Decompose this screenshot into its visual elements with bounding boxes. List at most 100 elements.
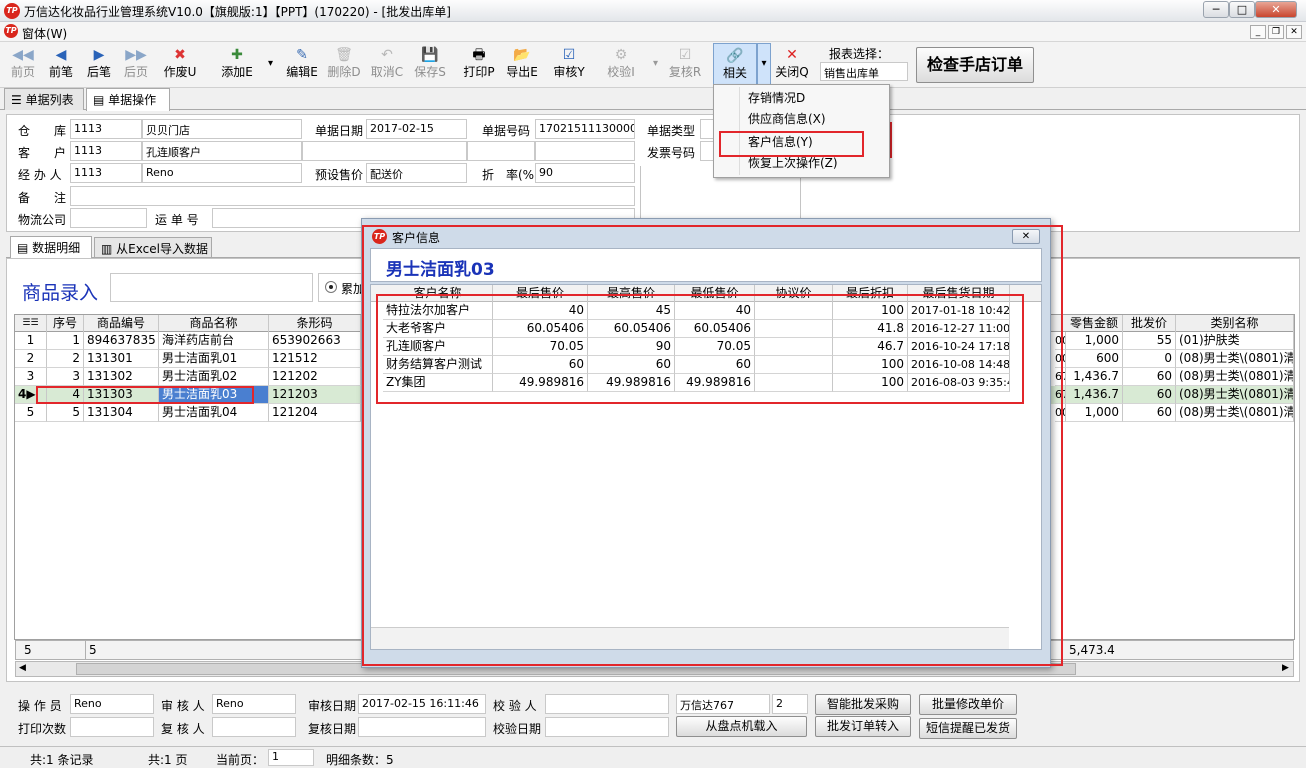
logistics-label: 物流公司 bbox=[18, 213, 67, 227]
checker-field[interactable] bbox=[545, 694, 669, 714]
folder-icon: 📂 bbox=[513, 47, 531, 63]
related-dropdown-arrow-icon[interactable]: ▾ bbox=[757, 43, 771, 85]
header-wholesale[interactable]: 批发价 bbox=[1123, 315, 1176, 332]
reviewer-field[interactable] bbox=[212, 717, 296, 737]
row-code: 131304 bbox=[84, 404, 159, 422]
sms-shipped-button[interactable]: 短信提醒已发货 bbox=[919, 718, 1017, 739]
handler-code-field[interactable]: 1113 bbox=[70, 163, 142, 183]
mdi-restore-button[interactable]: ❐ bbox=[1268, 25, 1284, 39]
edit-button[interactable]: ✎ 编辑E bbox=[283, 46, 321, 86]
row-seq: 2 bbox=[47, 350, 84, 368]
preset-price-select[interactable]: 配送价 bbox=[366, 163, 467, 183]
header-seq[interactable]: 序号 bbox=[47, 315, 84, 332]
status-pages: 共:1 页 bbox=[148, 753, 188, 767]
double-left-icon: ◀◀ bbox=[12, 47, 34, 63]
remark-field[interactable] bbox=[70, 186, 635, 206]
print-button[interactable]: 🖶 打印P bbox=[460, 46, 498, 86]
tab-import-excel[interactable]: ▥ 从Excel导入数据 bbox=[94, 237, 212, 257]
minimize-button[interactable]: ─ bbox=[1203, 1, 1229, 18]
prev-record-button[interactable]: ◀ 前笔 bbox=[44, 46, 78, 86]
check-date-field[interactable] bbox=[545, 717, 669, 737]
tab-document-list[interactable]: ☰ 单据列表 bbox=[4, 88, 84, 110]
warehouse-name-field[interactable]: 贝贝门店 bbox=[142, 119, 302, 139]
related-button[interactable]: 🔗 相关 bbox=[713, 43, 757, 85]
print-count-label: 打印次数 bbox=[18, 722, 67, 736]
header-category[interactable]: 类别名称 bbox=[1176, 315, 1294, 332]
customer-code-field[interactable]: 1113 bbox=[70, 141, 142, 161]
reviewer-label: 复 核 人 bbox=[161, 722, 205, 736]
row-category: (08)男士类\(0801)清 bbox=[1176, 386, 1294, 404]
warehouse-code-field[interactable]: 1113 bbox=[70, 119, 142, 139]
grid-menu-icon[interactable]: ☰☰ bbox=[15, 315, 47, 332]
discount-field[interactable]: 90 bbox=[535, 163, 635, 183]
add-button[interactable]: ✚ 添加E bbox=[217, 46, 257, 86]
load-from-scanner-button[interactable]: 从盘点机载入 bbox=[676, 716, 807, 737]
verify-dropdown-arrow-icon[interactable]: ▾ bbox=[653, 58, 658, 69]
export-button[interactable]: 📂 导出E bbox=[502, 46, 542, 86]
row-seq: 5 bbox=[47, 404, 84, 422]
audit-button[interactable]: ☑ 审核Y bbox=[550, 46, 588, 86]
operator-field[interactable]: Reno bbox=[70, 694, 154, 714]
verify-button[interactable]: ⚙ 校验I bbox=[602, 46, 640, 86]
app-logo-icon: TP bbox=[4, 3, 20, 19]
scroll-right-icon[interactable]: ▶ bbox=[1282, 663, 1289, 673]
list-icon: ☰ bbox=[11, 93, 26, 107]
header-amount[interactable]: 零售金额 bbox=[1066, 315, 1123, 332]
menu-item-supplier-info[interactable]: 供应商信息(X) bbox=[748, 109, 826, 129]
close-button[interactable]: ✕ 关闭Q bbox=[774, 46, 810, 86]
docno-field[interactable]: 1702151113000000 bbox=[535, 119, 635, 139]
maximize-button[interactable]: □ bbox=[1229, 1, 1255, 18]
menu-window[interactable]: 窗体(W) bbox=[22, 25, 67, 42]
row-indicator: 5 bbox=[15, 404, 47, 422]
row-name[interactable]: 男士洁面乳01 bbox=[159, 350, 269, 368]
handler-name-field[interactable]: Reno bbox=[142, 163, 302, 183]
print-count-field[interactable] bbox=[70, 717, 154, 737]
product-entry-input[interactable] bbox=[110, 273, 313, 302]
close-window-button[interactable]: ✕ bbox=[1255, 1, 1297, 18]
customer-name-field[interactable]: 孔连顺客户 bbox=[142, 141, 302, 161]
top-tab-strip bbox=[0, 88, 1306, 110]
menu-item-stock-sales[interactable]: 存销情况D bbox=[748, 88, 805, 108]
row-name[interactable]: 男士洁面乳03 bbox=[159, 386, 269, 404]
save-button[interactable]: 💾 保存S bbox=[411, 46, 449, 86]
tab-data-detail[interactable]: ▤ 数据明细 bbox=[10, 236, 92, 258]
header-name[interactable]: 商品名称 bbox=[159, 315, 269, 332]
void-button[interactable]: ✖ 作废U bbox=[161, 46, 199, 86]
customer-extra-field-2[interactable] bbox=[467, 141, 535, 161]
next-record-button[interactable]: ▶ 后笔 bbox=[82, 46, 116, 86]
auditor-field[interactable]: Reno bbox=[212, 694, 296, 714]
cancel-button[interactable]: ↶ 取消C bbox=[368, 46, 406, 86]
mdi-close-button[interactable]: ✕ bbox=[1286, 25, 1302, 39]
row-name[interactable]: 男士洁面乳04 bbox=[159, 404, 269, 422]
audit-date-field[interactable]: 2017-02-15 16:11:46 bbox=[358, 694, 486, 714]
doctype-field[interactable] bbox=[700, 119, 714, 139]
smart-wholesale-button[interactable]: 智能批发采购 bbox=[815, 694, 911, 715]
last-page-button[interactable]: ▶▶ 后页 bbox=[119, 46, 153, 86]
logistics-field[interactable] bbox=[70, 208, 147, 228]
check-store-order-button[interactable]: 检查手店订单 bbox=[916, 47, 1034, 83]
scroll-left-icon[interactable]: ◀ bbox=[19, 663, 26, 673]
header-code[interactable]: 商品编号 bbox=[84, 315, 159, 332]
delete-button[interactable]: 🗑 删除D bbox=[325, 46, 363, 86]
row-name[interactable]: 男士洁面乳02 bbox=[159, 368, 269, 386]
review-button[interactable]: ☑ 复核R bbox=[666, 46, 704, 86]
row-name[interactable]: 海洋药店前台 bbox=[159, 332, 269, 350]
customer-extra-field[interactable] bbox=[302, 141, 467, 161]
date-field[interactable]: 2017-02-15 bbox=[366, 119, 467, 139]
header-barcode[interactable]: 条形码 bbox=[269, 315, 361, 332]
company-field[interactable]: 万信达767 bbox=[676, 694, 770, 714]
double-right-icon: ▶▶ bbox=[125, 47, 147, 63]
invoice-field[interactable] bbox=[700, 141, 714, 161]
tab-document-operation[interactable]: ▤ 单据操作 bbox=[86, 88, 170, 111]
current-page-input[interactable]: 1 bbox=[268, 749, 314, 766]
batch-price-button[interactable]: 批量修改单价 bbox=[919, 694, 1017, 715]
order-transfer-button[interactable]: 批发订单转入 bbox=[815, 716, 911, 737]
mdi-minimize-button[interactable]: _ bbox=[1250, 25, 1266, 39]
review-date-field[interactable] bbox=[358, 717, 486, 737]
first-page-button[interactable]: ◀◀ 前页 bbox=[6, 46, 40, 86]
customer-extra-field-3[interactable] bbox=[535, 141, 635, 161]
report-select[interactable]: 销售出库单 bbox=[820, 62, 908, 81]
copies-field[interactable]: 2 bbox=[772, 694, 808, 714]
operator-label: 操 作 员 bbox=[18, 699, 62, 713]
add-dropdown-arrow-icon[interactable]: ▾ bbox=[268, 58, 273, 69]
